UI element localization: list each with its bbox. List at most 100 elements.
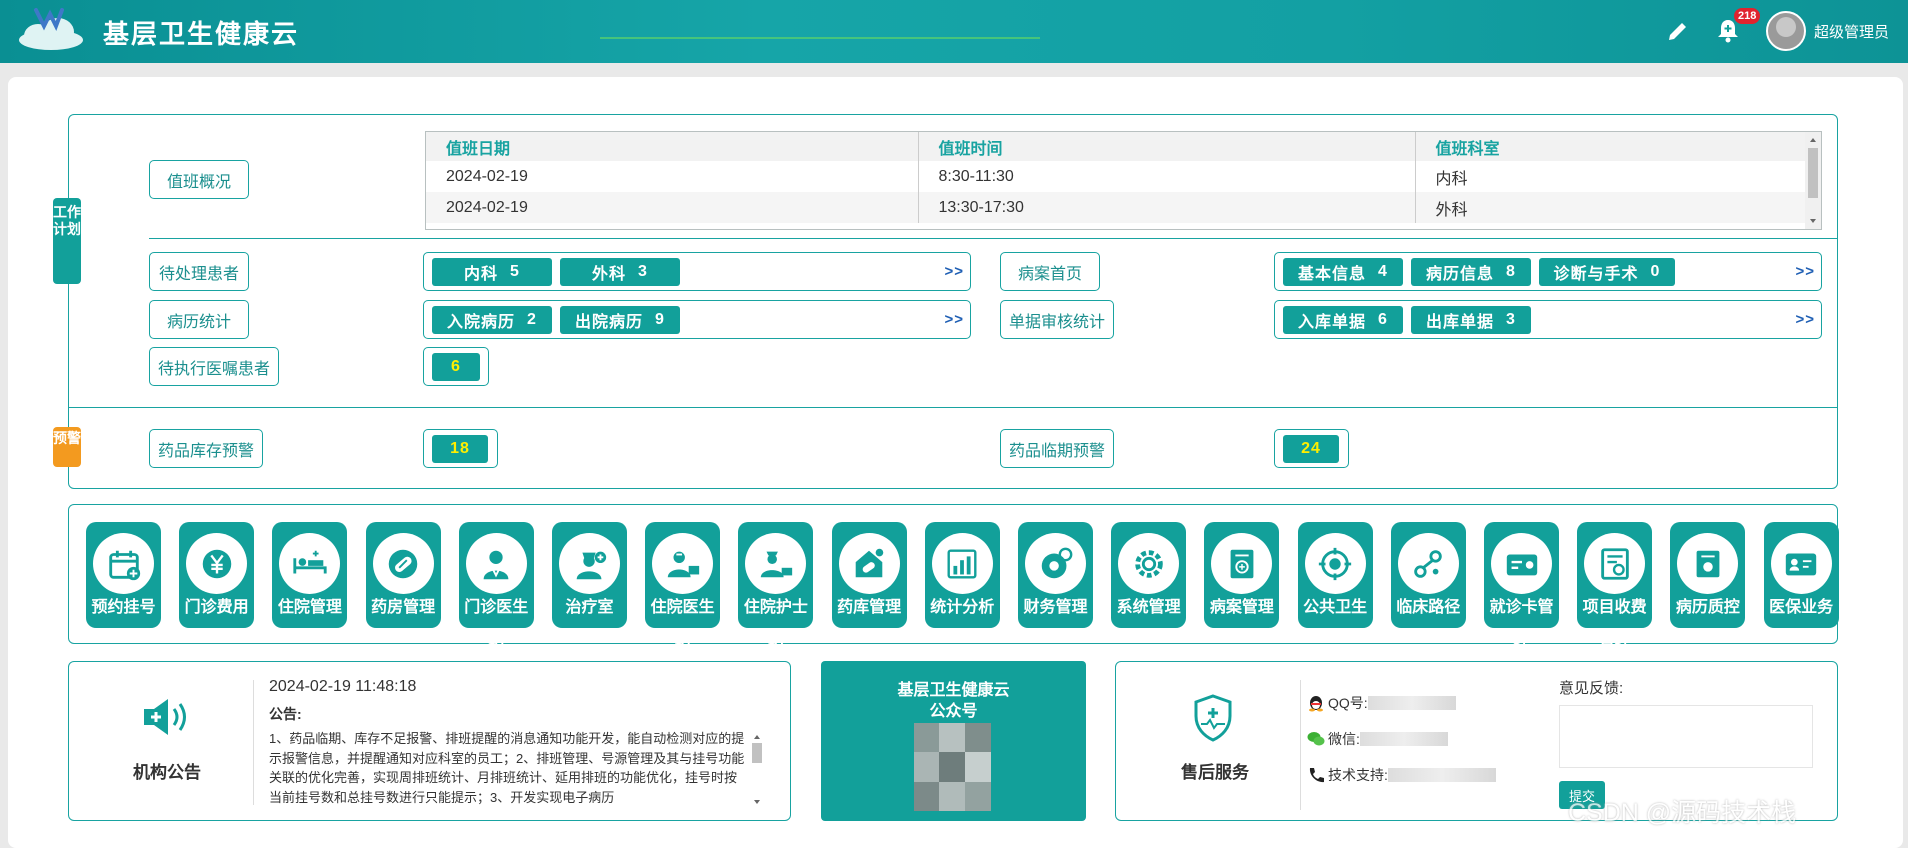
- pill-icon: [372, 533, 434, 594]
- module-label-overflow: 理: [1513, 632, 1530, 649]
- duty-overview-label[interactable]: 值班概况: [149, 160, 249, 199]
- qq-label: QQ号:: [1328, 695, 1368, 711]
- module-tile-system-gear[interactable]: 系统管理: [1111, 522, 1187, 628]
- pill-outbound-voucher[interactable]: 出库单据 3: [1411, 306, 1531, 334]
- pill-inbound-voucher[interactable]: 入库单据 6: [1283, 306, 1403, 334]
- module-tile-medical-record[interactable]: 病案管理: [1204, 522, 1280, 628]
- voucher-audit-label[interactable]: 单据审核统计: [1000, 300, 1114, 339]
- module-label: 财务管理: [1023, 599, 1088, 616]
- feedback-textarea[interactable]: [1559, 705, 1813, 768]
- module-tile-pharmacy-store[interactable]: 药库管理: [831, 522, 907, 628]
- module-tile-calendar-add[interactable]: 预约挂号: [86, 522, 161, 628]
- module-tile-quality-control[interactable]: 病历质控: [1670, 522, 1746, 628]
- module-tile-public-health[interactable]: 公共卫生: [1297, 522, 1373, 628]
- pill-admission-record[interactable]: 入院病历 2: [432, 306, 552, 334]
- module-tile-finance-gear[interactable]: 财务管理: [1018, 522, 1093, 628]
- edit-icon[interactable]: [1662, 14, 1694, 48]
- support-value-redacted: [1387, 768, 1496, 782]
- project-fee-icon: [1584, 533, 1646, 594]
- module-tile-clinical-path[interactable]: 临床路径: [1390, 522, 1466, 628]
- quality-control-icon: [1677, 533, 1739, 594]
- more-link[interactable]: >>: [1795, 311, 1815, 328]
- user-name[interactable]: 超级管理员: [1814, 21, 1889, 42]
- module-tile-card[interactable]: 就诊卡管理: [1484, 522, 1559, 649]
- phone-icon: [1309, 768, 1324, 783]
- public-health-icon: [1304, 533, 1366, 594]
- module-tile-inpatient-nurse[interactable]: 住院护士站: [738, 522, 814, 649]
- drug-expiry-warning-box: 24: [1274, 429, 1349, 468]
- record-stats-box: 入院病历 2 出院病历 9 >>: [423, 300, 971, 339]
- more-link[interactable]: >>: [1795, 263, 1815, 280]
- divider: [253, 680, 254, 805]
- wechat-panel: 基层卫生健康云 公众号: [821, 661, 1086, 821]
- module-tile-inpatient-doctor[interactable]: 住院医生站: [645, 522, 721, 649]
- duty-header-time: 值班时间: [918, 132, 1416, 161]
- wechat-subtitle: 公众号: [929, 703, 978, 720]
- duty-cell: 13:30-17:30: [918, 192, 1416, 223]
- announcement-body: 1、药品临期、库存不足报警、排班提醒的消息通知功能开发，能自动检测对应的提示报警…: [269, 731, 745, 805]
- drug-expiry-warning-label[interactable]: 药品临期预警: [1000, 429, 1114, 468]
- pill-record-info[interactable]: 病历信息 8: [1411, 258, 1531, 286]
- medical-record-home-label[interactable]: 病案首页: [1000, 252, 1100, 291]
- module-tile-pill[interactable]: 药房管理: [365, 522, 441, 628]
- divider: [69, 407, 1837, 408]
- module-tile-hospital-bed[interactable]: 住院管理: [272, 522, 348, 628]
- duty-cell: 内科: [1415, 161, 1806, 192]
- module-label: 医保业务: [1769, 599, 1834, 616]
- insurance-card-icon: [1770, 533, 1832, 594]
- announcement-title: 机构公告: [133, 763, 201, 782]
- more-link[interactable]: >>: [944, 311, 964, 328]
- drug-stock-warning-label[interactable]: 药品库存预警: [149, 429, 263, 468]
- module-label-overflow: 站: [767, 632, 784, 649]
- announcement-scrollbar[interactable]: [750, 729, 764, 807]
- pill-internal-medicine[interactable]: 内科 5: [432, 258, 552, 286]
- pending-orders-label[interactable]: 待执行医嘱患者: [149, 347, 279, 386]
- module-tile-bar-chart[interactable]: 统计分析: [924, 522, 1000, 628]
- nurse-icon: [559, 533, 620, 594]
- divider: [149, 238, 1837, 239]
- app-title: 基层卫生健康云: [103, 19, 300, 49]
- wechat-label: 微信:: [1328, 731, 1360, 747]
- wechat-row: 微信:: [1307, 729, 1448, 749]
- module-label: 统计分析: [930, 599, 995, 616]
- support-row: 技术支持:: [1307, 765, 1496, 785]
- feedback-label: 意见反馈:: [1559, 680, 1624, 697]
- module-label: 治疗室: [565, 599, 614, 616]
- module-tile-doctor[interactable]: 门诊医生站: [458, 522, 534, 649]
- module-tile-project-fee[interactable]: 项目收费 管理: [1577, 522, 1653, 649]
- module-label: 住院护士: [743, 599, 808, 616]
- pending-orders-count[interactable]: 6: [432, 353, 480, 381]
- module-label-overflow: 站: [674, 632, 691, 649]
- medical-record-home-box: 基本信息 4 病历信息 8 诊断与手术 0 >>: [1274, 252, 1822, 291]
- after-sales-title: 售后服务: [1181, 763, 1249, 782]
- duty-table-scrollbar[interactable]: [1805, 132, 1821, 229]
- inpatient-nurse-icon: [745, 533, 807, 594]
- duty-cell: 外科: [1415, 192, 1806, 223]
- doctor-icon: [465, 533, 527, 594]
- pill-discharge-record[interactable]: 出院病历 9: [560, 306, 680, 334]
- drug-stock-warning-count[interactable]: 18: [432, 435, 488, 463]
- duty-cell: 8:30-11:30: [918, 161, 1416, 192]
- yuan-icon: [186, 533, 248, 594]
- module-tile-nurse[interactable]: 治疗室: [552, 522, 627, 628]
- divider: [1300, 680, 1301, 810]
- module-label: 住院管理: [277, 599, 342, 616]
- pending-patients-box: 内科 5 外科 3 >>: [423, 252, 971, 291]
- wechat-icon: [1307, 732, 1325, 746]
- record-stats-label[interactable]: 病历统计: [149, 300, 249, 339]
- pending-patients-label[interactable]: 待处理患者: [149, 252, 249, 291]
- avatar[interactable]: [1766, 11, 1806, 51]
- module-tile-insurance-card[interactable]: 医保业务: [1763, 522, 1839, 628]
- pill-diagnosis-surgery[interactable]: 诊断与手术 0: [1539, 258, 1675, 286]
- more-link[interactable]: >>: [944, 263, 964, 280]
- module-label: 病案管理: [1209, 599, 1274, 616]
- pending-orders-box: 6: [423, 347, 489, 386]
- table-row: 2024-02-19 13:30-17:30 外科: [426, 192, 1806, 223]
- shield-icon: [1194, 694, 1232, 742]
- pill-surgery[interactable]: 外科 3: [560, 258, 680, 286]
- module-label: 项目收费: [1582, 599, 1647, 616]
- drug-expiry-warning-count[interactable]: 24: [1283, 435, 1339, 463]
- pill-basic-info[interactable]: 基本信息 4: [1283, 258, 1403, 286]
- module-tile-yuan[interactable]: 门诊费用: [179, 522, 255, 628]
- support-label: 技术支持:: [1328, 767, 1388, 783]
